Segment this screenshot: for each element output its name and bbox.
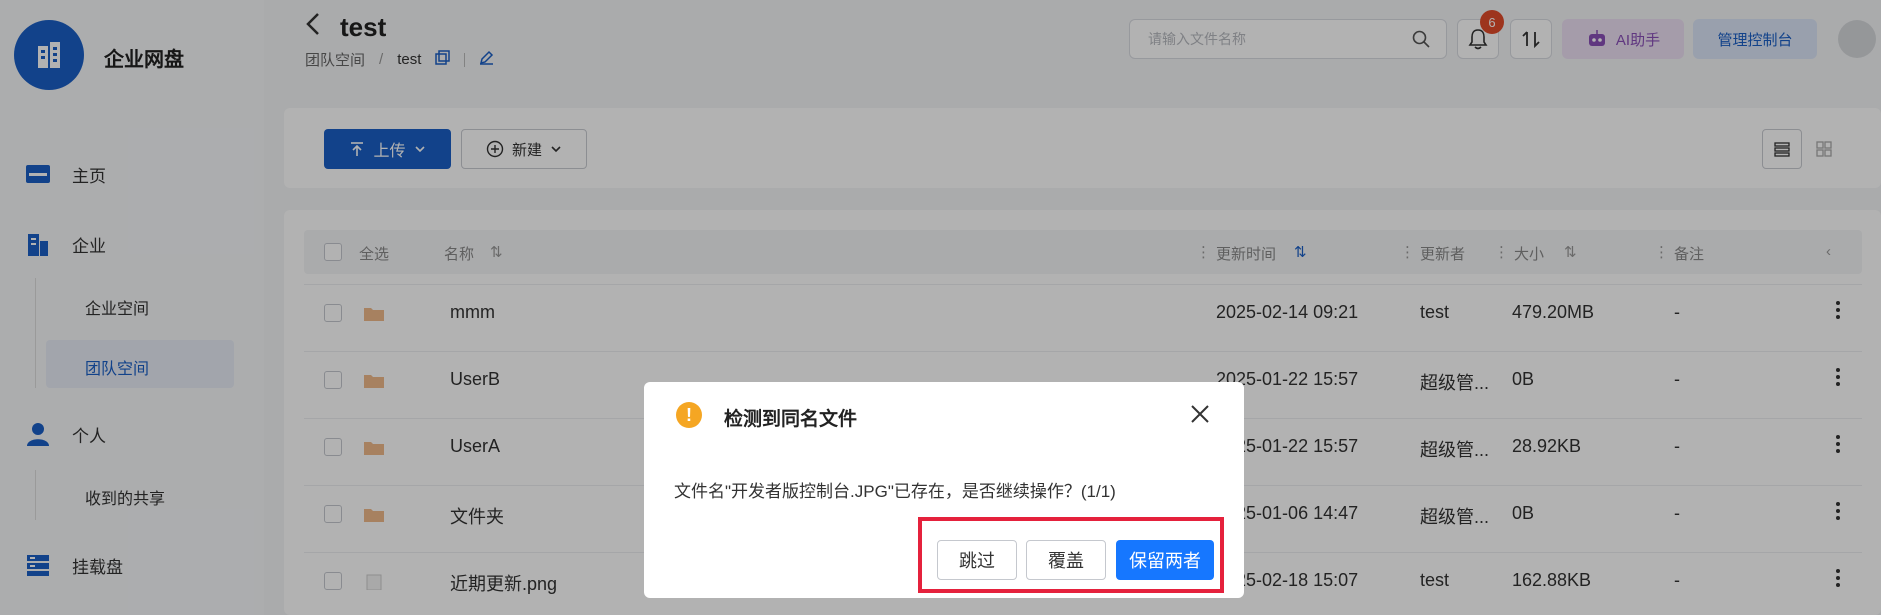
dialog-message: 文件名"开发者版控制台.JPG"已存在，是否继续操作？(1/1) bbox=[674, 482, 1116, 501]
keep-both-button[interactable]: 保留两者 bbox=[1116, 540, 1214, 580]
warning-icon: ! bbox=[676, 402, 702, 428]
skip-button[interactable]: 跳过 bbox=[937, 540, 1017, 580]
overwrite-button[interactable]: 覆盖 bbox=[1026, 540, 1106, 580]
close-icon[interactable] bbox=[1186, 400, 1214, 428]
dialog-title: 检测到同名文件 bbox=[724, 409, 858, 430]
